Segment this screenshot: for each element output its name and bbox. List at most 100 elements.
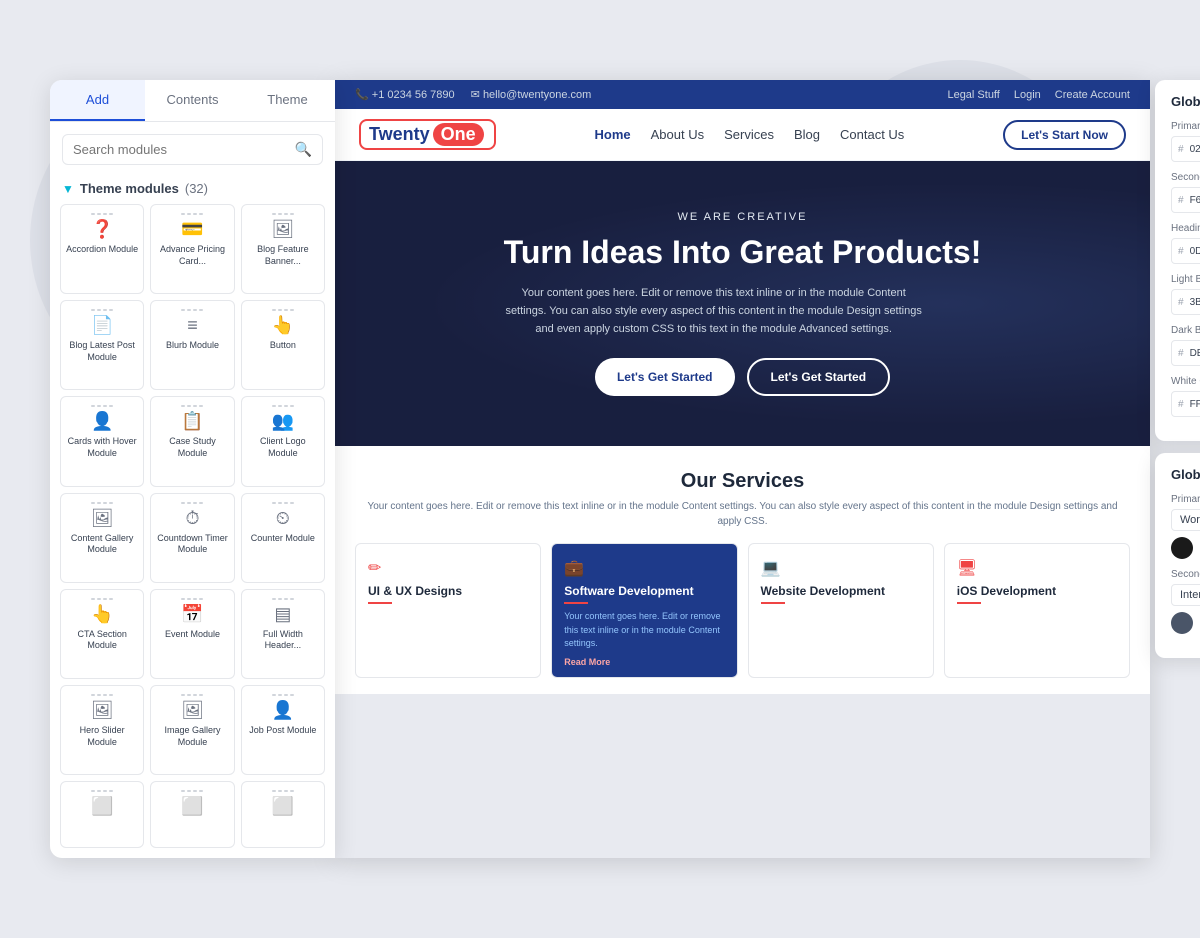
blog-latest-label: Blog Latest Post Module: [65, 340, 139, 363]
module-content-gallery[interactable]: 🖼 Content Gallery Module: [60, 493, 144, 583]
event-icon: 📅: [181, 604, 203, 625]
font-secondary-select[interactable]: Inter ▼: [1171, 584, 1200, 606]
tab-add[interactable]: Add: [50, 80, 145, 121]
search-bar: 🔍: [62, 134, 323, 165]
software-name: Software Development: [564, 584, 724, 598]
module-image-gallery[interactable]: 🖼 Image Gallery Module: [150, 685, 234, 775]
cta-icon: 👆: [91, 604, 113, 625]
module-extra2[interactable]: ⬜: [150, 781, 234, 848]
right-panels: Global colors ▲ Primary # 023EBA Seconda…: [1155, 80, 1200, 658]
extra1-icon: ⬜: [91, 796, 113, 817]
color-heading-input[interactable]: # 0D1724: [1171, 238, 1200, 264]
theme-modules-header: ▼ Theme modules (32): [50, 177, 335, 204]
counter-icon: ⏲: [276, 508, 290, 529]
content-gallery-label: Content Gallery Module: [65, 533, 139, 556]
color-white-input[interactable]: # FFFFFF: [1171, 391, 1200, 417]
nav-services[interactable]: Services: [724, 127, 774, 142]
software-icon: 💼: [564, 558, 724, 578]
nav-cta-button[interactable]: Let's Start Now: [1003, 120, 1126, 150]
logo-one: One: [433, 123, 484, 146]
module-extra3[interactable]: ⬜: [241, 781, 325, 848]
module-case-study[interactable]: 📋 Case Study Module: [150, 396, 234, 486]
color-light-bg-input[interactable]: # 3B4F68: [1171, 289, 1200, 315]
service-web-dev: 💻 Website Development: [748, 543, 934, 678]
ios-name: iOS Development: [957, 584, 1117, 598]
module-client-logo[interactable]: 👥 Client Logo Module: [241, 396, 325, 486]
module-blurb[interactable]: ≡ Blurb Module: [150, 300, 234, 390]
nav-about[interactable]: About Us: [651, 127, 704, 142]
module-blog-feature[interactable]: 🖼 Blog Feature Banner...: [241, 204, 325, 294]
nav-home[interactable]: Home: [595, 127, 631, 142]
color-dark-bg-input[interactable]: # DEE8F4: [1171, 340, 1200, 366]
color-light-bg-block: Light Background Body Color # 3B4F68: [1171, 274, 1200, 315]
accordion-label: Accordion Module: [66, 244, 138, 256]
client-logo-icon: 👥: [272, 411, 294, 432]
font-primary-select[interactable]: Work Sans ▼: [1171, 509, 1200, 531]
panel-tabs: Add Contents Theme: [50, 80, 335, 122]
nav-blog[interactable]: Blog: [794, 127, 820, 142]
color-secondary-input[interactable]: # F65D5D: [1171, 187, 1200, 213]
heading-value: 0D1724: [1190, 246, 1200, 257]
software-link[interactable]: Read More: [564, 657, 724, 667]
hero-btn2[interactable]: Let's Get Started: [747, 358, 891, 396]
blurb-icon: ≡: [187, 315, 198, 336]
color-primary-label: Primary: [1171, 121, 1200, 132]
counter-label: Counter Module: [251, 533, 315, 545]
client-logo-label: Client Logo Module: [246, 436, 320, 459]
ui-ux-icon: ✏: [368, 558, 528, 578]
hero-eyebrow: WE ARE CREATIVE: [504, 211, 982, 223]
font-secondary-name: Inter: [1180, 589, 1200, 601]
hero-title: Turn Ideas Into Great Products!: [504, 233, 982, 271]
ui-ux-name: UI & UX Designs: [368, 584, 528, 598]
module-extra1[interactable]: ⬜: [60, 781, 144, 848]
web-dev-icon: 💻: [761, 558, 921, 578]
phone-icon: 📞: [355, 89, 372, 101]
dark-bg-value: DEE8F4: [1190, 348, 1200, 359]
extra2-icon: ⬜: [181, 796, 203, 817]
white-value: FFFFFF: [1190, 399, 1200, 410]
module-button[interactable]: 👆 Button: [241, 300, 325, 390]
left-panel: Add Contents Theme 🔍 ▼ Theme modules (32…: [50, 80, 335, 858]
service-software: 💼 Software Development Your content goes…: [551, 543, 737, 678]
font-primary-color[interactable]: [1171, 537, 1193, 559]
button-label: Button: [270, 340, 296, 352]
module-counter[interactable]: ⏲ Counter Module: [241, 493, 325, 583]
hero-btn1[interactable]: Let's Get Started: [595, 358, 735, 396]
global-fonts-title: Global fonts ▲: [1171, 467, 1200, 482]
tab-contents[interactable]: Contents: [145, 80, 240, 121]
color-white-label: White Color: [1171, 376, 1200, 387]
service-ui-ux: ✏ UI & UX Designs: [355, 543, 541, 678]
login-link[interactable]: Login: [1014, 89, 1041, 101]
color-white-block: White Color # FFFFFF: [1171, 376, 1200, 417]
module-accordion[interactable]: ❓ Accordion Module: [60, 204, 144, 294]
tab-theme[interactable]: Theme: [240, 80, 335, 121]
module-job-post[interactable]: 👤 Job Post Module: [241, 685, 325, 775]
color-secondary-label: Secondary: [1171, 172, 1200, 183]
case-study-icon: 📋: [181, 411, 203, 432]
module-advance-pricing[interactable]: 💳 Advance Pricing Card...: [150, 204, 234, 294]
create-account-link[interactable]: Create Account: [1055, 89, 1130, 101]
service-ios: 🖥 iOS Development: [944, 543, 1130, 678]
color-light-bg-label: Light Background Body Color: [1171, 274, 1200, 285]
module-cta[interactable]: 👆 CTA Section Module: [60, 589, 144, 679]
cards-hover-label: Cards with Hover Module: [65, 436, 139, 459]
font-primary-name: Work Sans: [1180, 514, 1200, 526]
search-input[interactable]: [73, 142, 295, 157]
module-event[interactable]: 📅 Event Module: [150, 589, 234, 679]
blurb-label: Blurb Module: [166, 340, 219, 352]
color-primary-input[interactable]: # 023EBA: [1171, 136, 1200, 162]
logo-twenty: Twenty: [369, 124, 430, 145]
module-full-width[interactable]: ▤ Full Width Header...: [241, 589, 325, 679]
theme-modules-count: (32): [185, 181, 208, 196]
module-cards-hover[interactable]: 👤 Cards with Hover Module: [60, 396, 144, 486]
font-secondary-color[interactable]: [1171, 612, 1193, 634]
module-hero-slider[interactable]: 🖼 Hero Slider Module: [60, 685, 144, 775]
module-countdown[interactable]: ⏱ Countdown Timer Module: [150, 493, 234, 583]
module-blog-latest[interactable]: 📄 Blog Latest Post Module: [60, 300, 144, 390]
services-grid: ✏ UI & UX Designs 💼 Software Development…: [355, 543, 1130, 678]
legal-link[interactable]: Legal Stuff: [947, 89, 999, 101]
services-section: Our Services Your content goes here. Edi…: [335, 446, 1150, 694]
nav-contact[interactable]: Contact Us: [840, 127, 904, 142]
search-icon[interactable]: 🔍: [295, 141, 312, 158]
blog-feature-label: Blog Feature Banner...: [246, 244, 320, 267]
